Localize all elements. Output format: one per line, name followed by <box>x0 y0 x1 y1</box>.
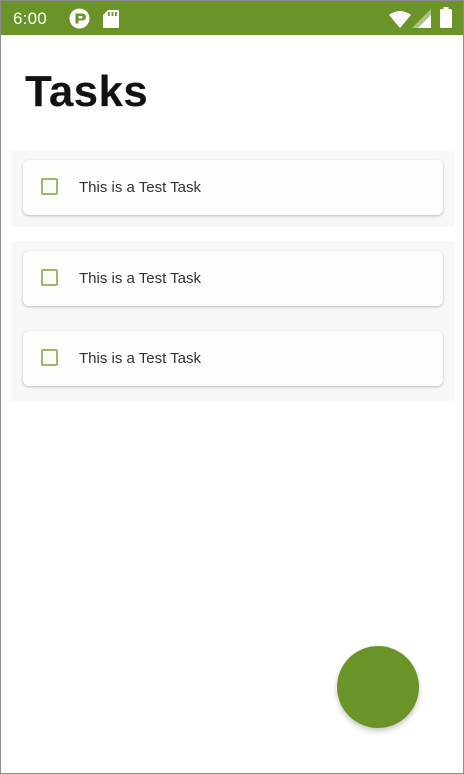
task-label: This is a Test Task <box>79 350 201 367</box>
signal-icon <box>412 9 431 28</box>
wifi-icon <box>389 11 411 28</box>
task-label: This is a Test Task <box>79 270 201 287</box>
status-time: 6:00 <box>13 9 47 28</box>
task-card[interactable]: This is a Test Task <box>23 160 443 215</box>
add-task-button[interactable] <box>337 646 419 728</box>
task-checkbox[interactable] <box>41 269 58 286</box>
app-notification-icon <box>69 8 90 29</box>
status-bar: 6:00 <box>1 1 463 35</box>
task-group: This is a Test Task This is a Test Task <box>11 241 454 401</box>
task-card[interactable]: This is a Test Task <box>23 251 443 306</box>
task-checkbox[interactable] <box>41 349 58 366</box>
task-card[interactable]: This is a Test Task <box>23 331 443 386</box>
task-label: This is a Test Task <box>79 179 201 196</box>
app-frame: 6:00 Tasks This is a Test Task This is a… <box>0 0 464 774</box>
task-group: This is a Test Task <box>11 151 454 227</box>
sd-card-icon <box>103 10 119 28</box>
battery-icon <box>440 7 452 28</box>
task-checkbox[interactable] <box>41 178 58 195</box>
page-title: Tasks <box>25 67 148 116</box>
